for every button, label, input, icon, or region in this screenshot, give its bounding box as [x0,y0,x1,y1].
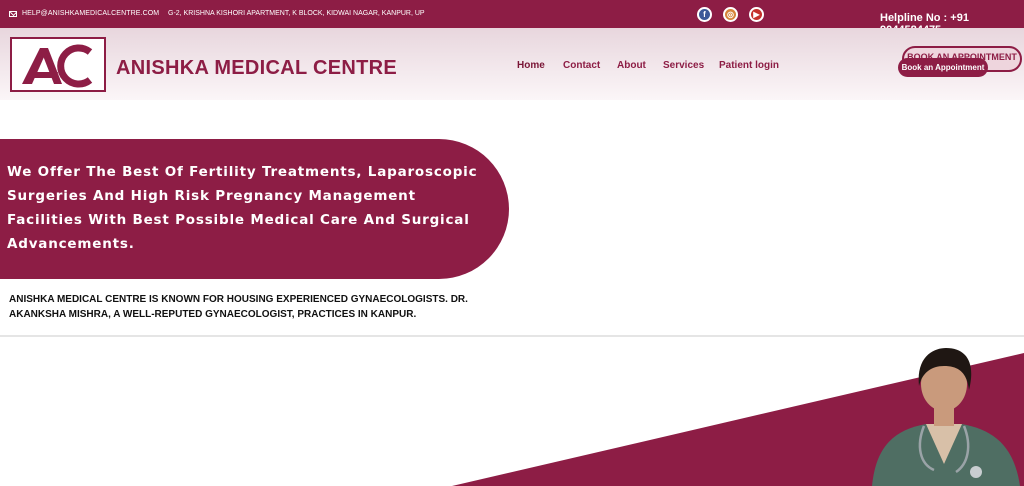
nav-about[interactable]: About [617,60,646,71]
nav-patient-login[interactable]: Patient login [719,60,779,71]
youtube-icon[interactable]: ▶ [749,7,764,22]
logo[interactable] [10,37,106,92]
facebook-icon[interactable]: f [697,7,712,22]
instagram-icon[interactable]: ◎ [723,7,738,22]
top-bar: HELP@ANISHKAMEDICALCENTRE.COM G-2, KRISH… [0,0,1024,36]
nav-home[interactable]: Home [517,60,545,71]
site-header: ANISHKA MEDICAL CENTRE Home Contact Abou… [0,28,1024,100]
nav-services[interactable]: Services [663,60,704,71]
mail-icon [9,10,17,17]
doctor-image [872,348,1020,486]
hero-headline: We Offer The Best Of Fertility Treatment… [7,164,478,252]
email-text: HELP@ANISHKAMEDICALCENTRE.COM [22,10,160,17]
intro-text: ANISHKA MEDICAL CENTRE IS KNOWN FOR HOUS… [9,294,468,320]
logo-mark-icon [22,44,93,87]
address-text: G-2, KRISHNA KISHORI APARTMENT, K BLOCK,… [168,10,425,17]
nav-contact[interactable]: Contact [563,60,600,71]
book-appointment-button[interactable]: Book an Appointment [898,58,988,77]
brand-name[interactable]: ANISHKA MEDICAL CENTRE [116,57,397,80]
email-contact[interactable]: HELP@ANISHKAMEDICALCENTRE.COM [9,10,159,17]
